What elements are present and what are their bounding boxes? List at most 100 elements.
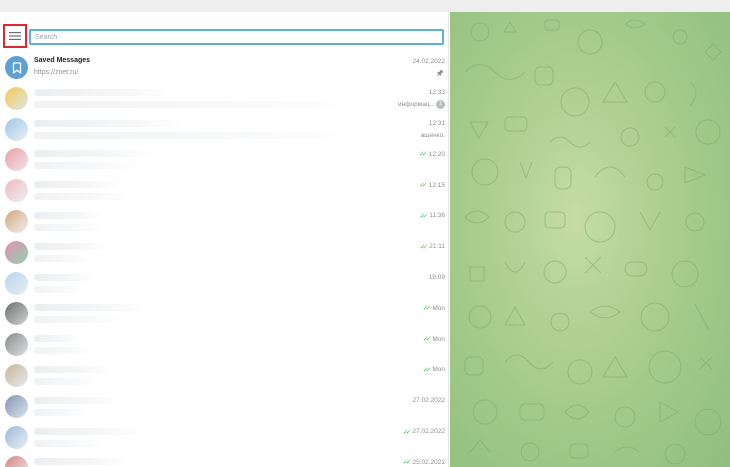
chat-time: 19:09 <box>428 273 445 281</box>
blurred-chat-name <box>34 396 119 404</box>
chat-list: Saved Messages https://znet.ru/ 24.02.20… <box>0 53 448 467</box>
blurred-chat-name <box>34 458 129 466</box>
chat-time: ✓✓ 27.02.2022 <box>403 428 445 436</box>
blurred-chat-preview <box>34 347 94 355</box>
pin-icon <box>436 69 444 77</box>
chat-time: ✓✓ 21:11 <box>419 243 445 251</box>
chat-time: ✓✓ 25.02.2022 <box>402 458 445 467</box>
blurred-chat-preview <box>34 162 144 170</box>
avatar <box>5 148 28 172</box>
chat-background-pattern <box>450 12 730 467</box>
chat-time: ✓✓ Mon <box>423 366 445 374</box>
main-menu-button[interactable] <box>3 24 27 48</box>
double-check-icon: ✓✓ <box>418 151 428 159</box>
blurred-chat-name <box>34 88 174 96</box>
blurred-chat-name <box>34 335 79 343</box>
chat-item[interactable]: ✓✓ Mon <box>0 330 448 361</box>
chat-time-value: Mon <box>432 335 445 343</box>
chat-time-value: 25.02.2022 <box>412 458 445 466</box>
chat-time-value: 12:15 <box>428 181 445 189</box>
double-check-icon: ✓✓ <box>402 428 412 436</box>
avatar <box>5 86 28 110</box>
double-check-icon: ✓✓ <box>419 212 428 220</box>
blurred-chat-preview <box>34 131 364 139</box>
avatar <box>5 179 28 203</box>
chat-time: 27.02.2022 <box>412 396 445 404</box>
unread-badge: 1 <box>436 99 445 109</box>
double-check-icon: ✓✓ <box>418 182 428 190</box>
double-check-icon: ✓✓ <box>422 336 432 344</box>
blurred-chat-preview <box>34 100 364 108</box>
blurred-chat-preview <box>34 316 124 324</box>
chat-name: Saved Messages <box>34 57 91 64</box>
chat-item[interactable]: ✓✓ 12:20 <box>0 145 448 176</box>
chat-item[interactable]: 27.02.2022 <box>0 392 448 423</box>
chat-preview-tail: ашенко. <box>420 131 445 139</box>
chat-time-value: Mon <box>432 366 445 374</box>
chat-item[interactable]: ✓✓ Mon <box>0 299 448 330</box>
blurred-chat-preview <box>34 408 89 416</box>
avatar <box>5 271 28 295</box>
blurred-chat-preview <box>34 223 104 231</box>
blurred-chat-preview <box>34 193 134 201</box>
chat-time: ✓✓ 12:15 <box>418 181 445 190</box>
chat-item[interactable]: ✓✓ 11:36 <box>0 207 448 238</box>
blurred-chat-name <box>34 365 114 373</box>
chat-time-value: 12:20 <box>428 150 445 158</box>
chat-item[interactable]: ашенко. 12:31 <box>0 115 448 146</box>
blurred-chat-name <box>34 150 154 158</box>
chat-time-value: 21:11 <box>429 243 445 251</box>
blurred-chat-name <box>34 242 109 250</box>
double-check-icon: ✓✓ <box>422 305 432 313</box>
chat-time: ✓✓ 11:36 <box>419 212 445 220</box>
chat-preview-tail: информац... <box>397 100 435 108</box>
chat-item-saved-messages[interactable]: Saved Messages https://znet.ru/ 24.02.20… <box>0 53 448 84</box>
chat-preview: https://znet.ru/ <box>34 69 79 76</box>
avatar <box>5 209 28 233</box>
avatar <box>5 425 28 449</box>
chat-time: ✓✓ Mon <box>422 335 445 344</box>
chat-time: ✓✓ Mon <box>422 304 445 313</box>
blurred-chat-name <box>34 304 149 312</box>
avatar <box>5 56 28 79</box>
blurred-chat-name <box>34 211 104 219</box>
avatar <box>5 333 28 357</box>
chat-item[interactable]: ✓✓ 12:15 <box>0 176 448 207</box>
chat-item[interactable]: ✓✓ 27.02.2022 <box>0 423 448 454</box>
doodle-pattern-illustration <box>464 19 722 465</box>
chat-item[interactable]: 19:09 <box>0 269 448 300</box>
chat-item[interactable]: ✓✓ Mon <box>0 361 448 392</box>
hamburger-menu-icon <box>9 32 21 40</box>
chat-time: 24.02.2022 <box>412 58 445 65</box>
chat-time-value: Mon <box>432 304 445 312</box>
avatar <box>5 117 28 141</box>
chat-time-value: 11:36 <box>429 212 445 220</box>
blurred-chat-preview <box>34 285 84 293</box>
bookmark-icon <box>12 61 21 74</box>
blurred-chat-name <box>34 427 144 435</box>
double-check-icon: ✓✓ <box>422 366 432 374</box>
blurred-chat-name <box>34 181 124 189</box>
chat-item[interactable]: ✓✓ 25.02.2022 <box>0 453 448 467</box>
chat-item[interactable]: информац... 12:33 1 <box>0 84 448 115</box>
chat-time: ✓✓ 12:20 <box>418 150 445 159</box>
search-input[interactable] <box>29 29 444 45</box>
window-top-bar <box>0 0 730 12</box>
chat-time: 12:31 <box>428 119 445 127</box>
avatar <box>5 394 28 418</box>
blurred-chat-name <box>34 273 94 281</box>
avatar <box>5 302 28 326</box>
chat-time: 12:33 <box>428 88 445 96</box>
avatar <box>5 456 28 467</box>
avatar <box>5 363 28 387</box>
blurred-chat-name <box>34 119 184 127</box>
blurred-chat-preview <box>34 254 94 262</box>
blurred-chat-preview <box>34 439 104 447</box>
double-check-icon: ✓✓ <box>419 243 428 251</box>
chat-sidebar: Saved Messages https://znet.ru/ 24.02.20… <box>0 12 449 467</box>
chat-item[interactable]: ✓✓ 21:11 <box>0 238 448 269</box>
double-check-icon: ✓✓ <box>402 459 412 467</box>
avatar <box>5 240 28 264</box>
blurred-chat-preview <box>34 377 99 385</box>
chat-time-value: 27.02.2022 <box>412 428 445 436</box>
